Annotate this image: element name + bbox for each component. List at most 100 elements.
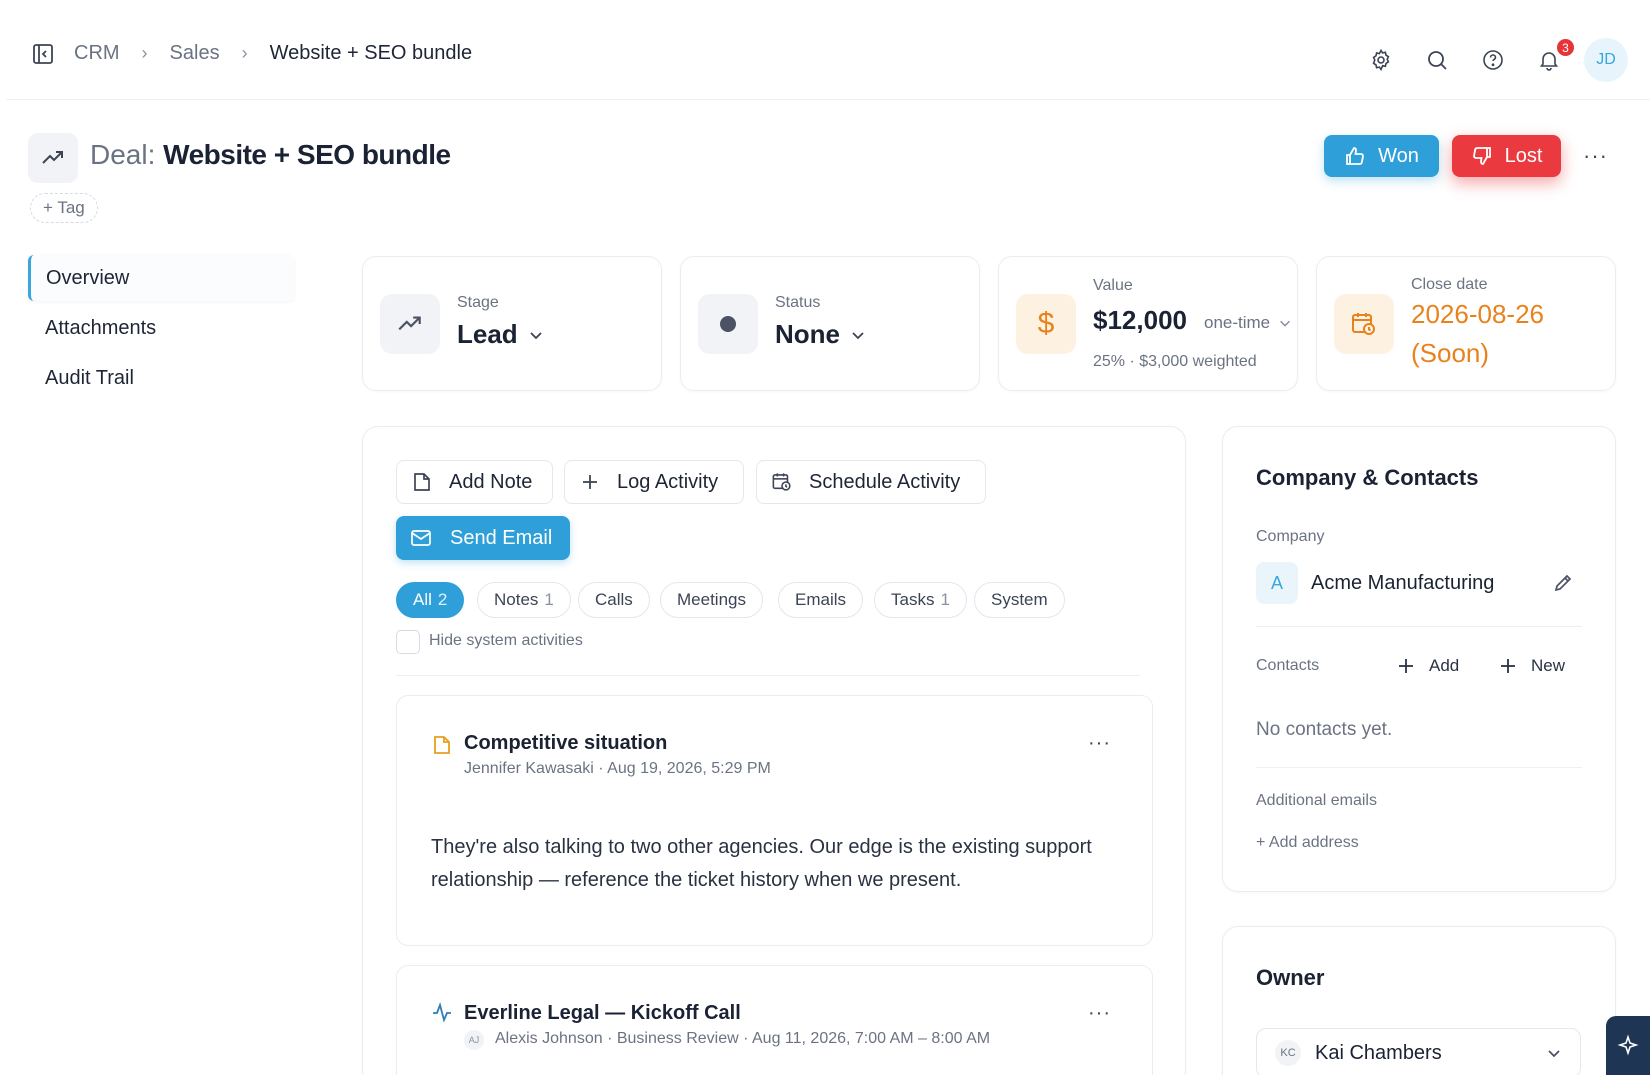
status-label: Status (775, 294, 821, 311)
add-note-button[interactable]: Add Note (396, 460, 553, 504)
company-name[interactable]: Acme Manufacturing (1311, 572, 1494, 595)
owner-name: Kai Chambers (1315, 1041, 1442, 1064)
activity-title: Competitive situation (464, 732, 668, 754)
owner-select[interactable]: KC Kai Chambers (1256, 1028, 1581, 1075)
chevron-down-icon (1548, 1050, 1560, 1058)
status-dropdown[interactable]: None (775, 319, 866, 350)
status-value: None (775, 319, 840, 349)
divider (396, 675, 1140, 676)
activity-item: Competitive situation Jennifer Kawasaki … (396, 695, 1153, 946)
notification-count-badge: 3 (1555, 37, 1576, 58)
activity-item: Everline Legal — Kickoff Call AJ Alexis … (396, 965, 1153, 1075)
close-date-card: Close date 2026-08-26 (Soon) (1316, 256, 1616, 391)
more-options-icon[interactable]: ··· (1583, 143, 1608, 169)
add-contact-button[interactable]: Add (1397, 656, 1459, 676)
breadcrumb-separator: › (141, 43, 148, 63)
user-avatar[interactable]: JD (1584, 38, 1628, 82)
nav-item-overview[interactable]: Overview (28, 255, 294, 301)
status-card: Status None (680, 256, 980, 391)
filter-tasks[interactable]: Tasks 1 (874, 582, 967, 618)
help-icon[interactable] (1480, 47, 1506, 73)
hide-system-checkbox[interactable] (396, 630, 420, 654)
filter-label: Meetings (677, 590, 746, 609)
value-frequency: one-time (1204, 313, 1271, 332)
activity-more-options-icon[interactable]: ··· (1088, 1002, 1111, 1025)
activity-more-options-icon[interactable]: ··· (1088, 732, 1111, 755)
new-contact-label: New (1531, 656, 1566, 675)
add-tag-button[interactable]: + Tag (30, 193, 98, 223)
won-label: Won (1378, 144, 1419, 167)
thumbs-up-icon (1346, 147, 1365, 165)
add-note-label: Add Note (449, 470, 533, 493)
stage-dropdown[interactable]: Lead (457, 319, 544, 350)
chevron-down-icon (530, 331, 542, 339)
activity-pulse-icon (431, 1001, 453, 1028)
breadcrumb-crm[interactable]: CRM (74, 42, 120, 65)
nav-item-attachments[interactable]: Attachments (28, 305, 294, 351)
contacts-label: Contacts (1256, 657, 1320, 674)
stage-value: Lead (457, 319, 518, 349)
value-amount[interactable]: $12,000 (1093, 305, 1187, 336)
filter-count: 2 (437, 590, 448, 609)
divider (1256, 626, 1582, 627)
plus-icon (1501, 659, 1515, 673)
search-icon[interactable] (1424, 47, 1450, 73)
value-card: $ Value $12,000 one-time 25% · $3,000 we… (998, 256, 1298, 391)
deal-name: Website + SEO bundle (163, 139, 451, 170)
chevron-down-icon (852, 331, 864, 339)
company-label: Company (1256, 528, 1325, 545)
calendar-clock-icon (772, 473, 791, 491)
activity-meta: Alexis Johnson · Business Review · Aug 1… (495, 1030, 991, 1047)
filter-meetings[interactable]: Meetings (660, 582, 763, 618)
won-button[interactable]: Won (1324, 135, 1439, 177)
stage-card: Stage Lead (362, 256, 662, 391)
notifications-bell-icon[interactable]: 3 (1536, 37, 1576, 73)
activity-meta: Jennifer Kawasaki · Aug 19, 2026, 5:29 P… (464, 760, 771, 777)
filter-notes[interactable]: Notes 1 (477, 582, 571, 618)
chevron-down-icon (1280, 320, 1291, 327)
breadcrumb-sales[interactable]: Sales (170, 42, 220, 65)
activity-title: Everline Legal — Kickoff Call (464, 1002, 741, 1024)
filter-emails[interactable]: Emails (778, 582, 864, 618)
company-row[interactable]: A Acme Manufacturing (1256, 562, 1494, 604)
additional-emails-label: Additional emails (1256, 792, 1377, 809)
deal-prefix: Deal: (90, 139, 156, 170)
filter-system[interactable]: System (974, 582, 1065, 618)
lost-button[interactable]: Lost (1452, 135, 1561, 177)
filter-all[interactable]: All 2 (396, 582, 465, 618)
settings-gear-icon[interactable] (1368, 47, 1394, 73)
add-address-link[interactable]: + Add address (1256, 834, 1359, 852)
trending-up-icon (380, 294, 440, 354)
mail-icon (411, 530, 431, 546)
trending-up-icon (28, 133, 78, 183)
new-contact-button[interactable]: New (1499, 656, 1565, 676)
nav-item-audit-trail[interactable]: Audit Trail (28, 355, 294, 401)
filter-label: Emails (795, 590, 847, 609)
schedule-activity-button[interactable]: Schedule Activity (756, 460, 986, 504)
filter-calls[interactable]: Calls (578, 582, 650, 618)
activity-body-line: They're also talking to two other agenci… (431, 836, 1092, 858)
activity-avatar: AJ (464, 1030, 484, 1050)
company-avatar: A (1256, 562, 1298, 604)
thumbs-down-icon (1472, 147, 1491, 165)
sidebar-toggle-icon[interactable] (32, 43, 54, 65)
value-label: Value (1093, 277, 1133, 294)
owner-avatar: KC (1275, 1040, 1301, 1066)
close-date-value[interactable]: 2026-08-26 (1411, 299, 1544, 330)
stage-label: Stage (457, 294, 499, 311)
edit-pencil-icon[interactable] (1552, 572, 1574, 599)
ai-assistant-sparkle-icon[interactable] (1606, 1016, 1650, 1075)
top-bar: CRM › Sales › Website + SEO bundle 3 JD (6, 12, 1650, 100)
plus-icon (1399, 659, 1413, 673)
close-date-label: Close date (1411, 276, 1488, 293)
send-email-button[interactable]: Send Email (396, 516, 570, 560)
divider (1256, 767, 1582, 768)
filter-count: 1 (544, 590, 554, 609)
dollar-icon: $ (1016, 294, 1076, 354)
filter-label: Tasks (891, 590, 935, 609)
value-frequency-dropdown[interactable]: one-time (1204, 313, 1292, 333)
log-activity-button[interactable]: Log Activity (564, 460, 744, 504)
breadcrumb-separator: › (241, 43, 248, 63)
nav-label: Attachments (45, 316, 157, 339)
activity-body-line: relationship — reference the ticket hist… (431, 869, 962, 891)
